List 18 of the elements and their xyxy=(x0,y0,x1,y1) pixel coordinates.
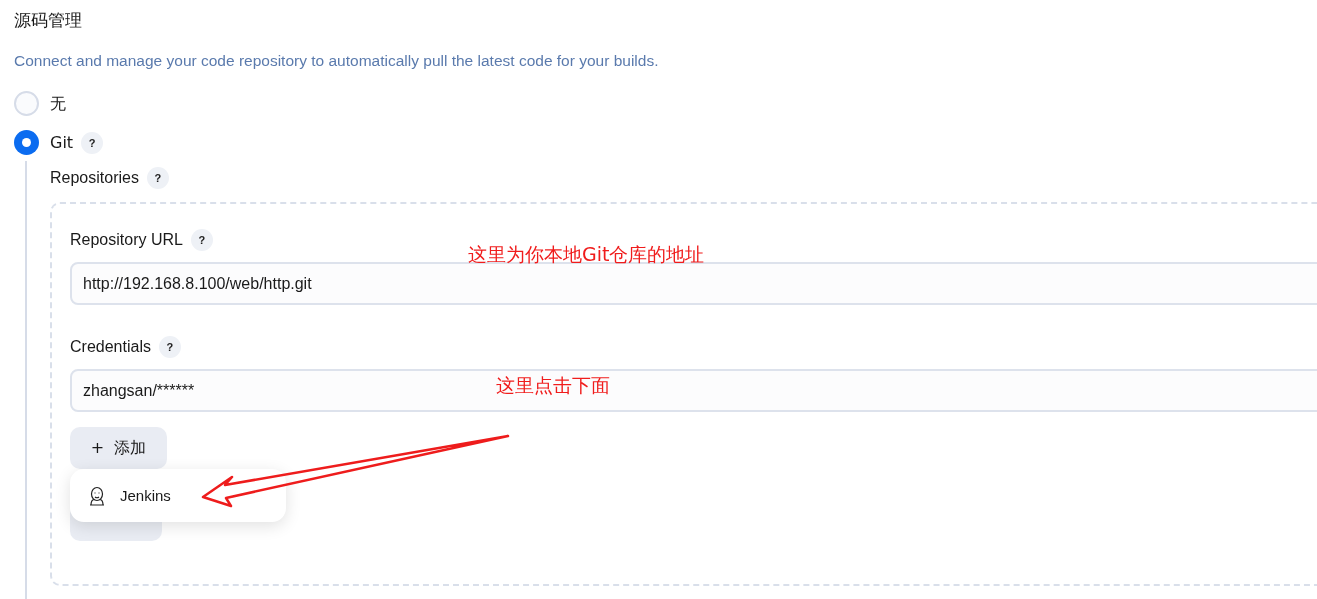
field-label: Repository URL xyxy=(70,230,183,251)
radio-button[interactable] xyxy=(14,130,39,156)
repositories-label: Repositories xyxy=(50,168,139,189)
section-description: Connect and manage your code repository to automatically pull the latest code for your builds. xyxy=(14,51,660,71)
annotation-text: 这里为你本地Git仓库的地址 xyxy=(468,245,705,264)
annotation-text: 这里点击下面 xyxy=(496,373,610,398)
field-label: Credentials xyxy=(70,337,151,358)
help-button[interactable]: ? xyxy=(146,167,169,190)
help-button[interactable]: ? xyxy=(190,229,213,252)
menu-item[interactable]: Jenkins xyxy=(88,484,171,507)
radio-label: 无 xyxy=(50,92,66,115)
butler-icon xyxy=(88,485,106,506)
add-button[interactable]: + 添加 xyxy=(70,427,167,470)
help-button[interactable]: ? xyxy=(81,131,104,154)
radio-button[interactable] xyxy=(14,91,39,117)
help-button[interactable]: ? xyxy=(158,336,181,359)
radio-label: Git xyxy=(50,131,74,154)
section-title: 源码管理 xyxy=(14,9,83,32)
